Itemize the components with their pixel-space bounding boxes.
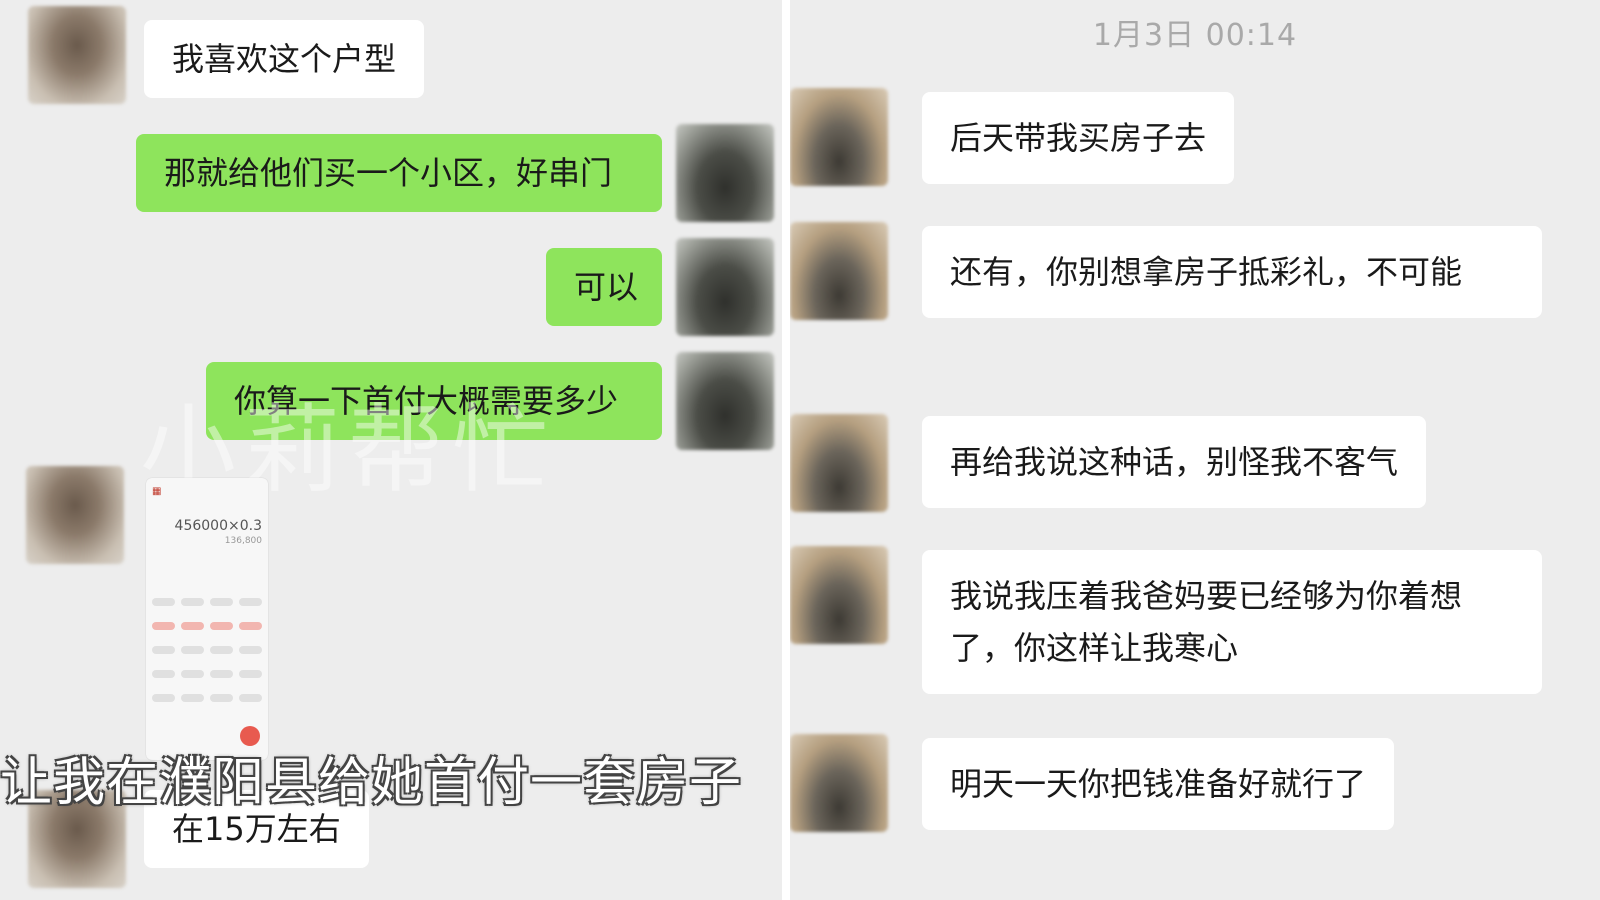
calculator-keypad [152, 598, 262, 702]
contact-avatar[interactable] [790, 414, 888, 512]
message-bubble-incoming: 明天一天你把钱准备好就行了 [922, 738, 1395, 830]
contact-avatar[interactable] [790, 546, 888, 644]
message-bubble-incoming: 我喜欢这个户型 [144, 20, 425, 98]
contact-avatar[interactable] [790, 734, 888, 832]
contact-avatar[interactable] [26, 466, 124, 564]
message-bubble-incoming: 我说我压着我爸妈要已经够为你着想了，你这样让我寒心 [922, 550, 1542, 694]
calculator-screenshot-image[interactable]: ▦ 456000×0.3 136,800 [146, 478, 268, 760]
self-avatar[interactable] [676, 352, 774, 450]
contact-avatar[interactable] [28, 6, 126, 104]
right-chat-panel: 1月3日 00:14 后天带我买房子去 还有，你别想拿房子抵彩礼，不可能 再给我… [790, 0, 1600, 900]
calculator-result: 136,800 [224, 536, 262, 546]
calculator-app-icon: ▦ [152, 485, 162, 497]
message-timestamp: 1月3日 00:14 [1092, 18, 1298, 53]
left-chat-panel: 我喜欢这个户型 那就给他们买一个小区，好串门 可以 你算一下首付大概需要多少 小… [0, 0, 782, 900]
message-bubble-outgoing: 那就给他们买一个小区，好串门 [136, 134, 662, 212]
contact-avatar[interactable] [790, 222, 888, 320]
video-subtitle: 让我在濮阳县给她首付一套房子 [0, 753, 743, 813]
self-avatar[interactable] [676, 124, 774, 222]
message-bubble-incoming: 还有，你别想拿房子抵彩礼，不可能 [922, 226, 1542, 318]
self-avatar[interactable] [676, 238, 774, 336]
message-bubble-incoming: 后天带我买房子去 [922, 92, 1235, 184]
message-bubble-outgoing: 可以 [546, 248, 662, 326]
message-bubble-incoming: 再给我说这种话，别怪我不客气 [922, 416, 1427, 508]
calculator-expression: 456000×0.3 [174, 518, 262, 534]
contact-avatar[interactable] [790, 88, 888, 186]
